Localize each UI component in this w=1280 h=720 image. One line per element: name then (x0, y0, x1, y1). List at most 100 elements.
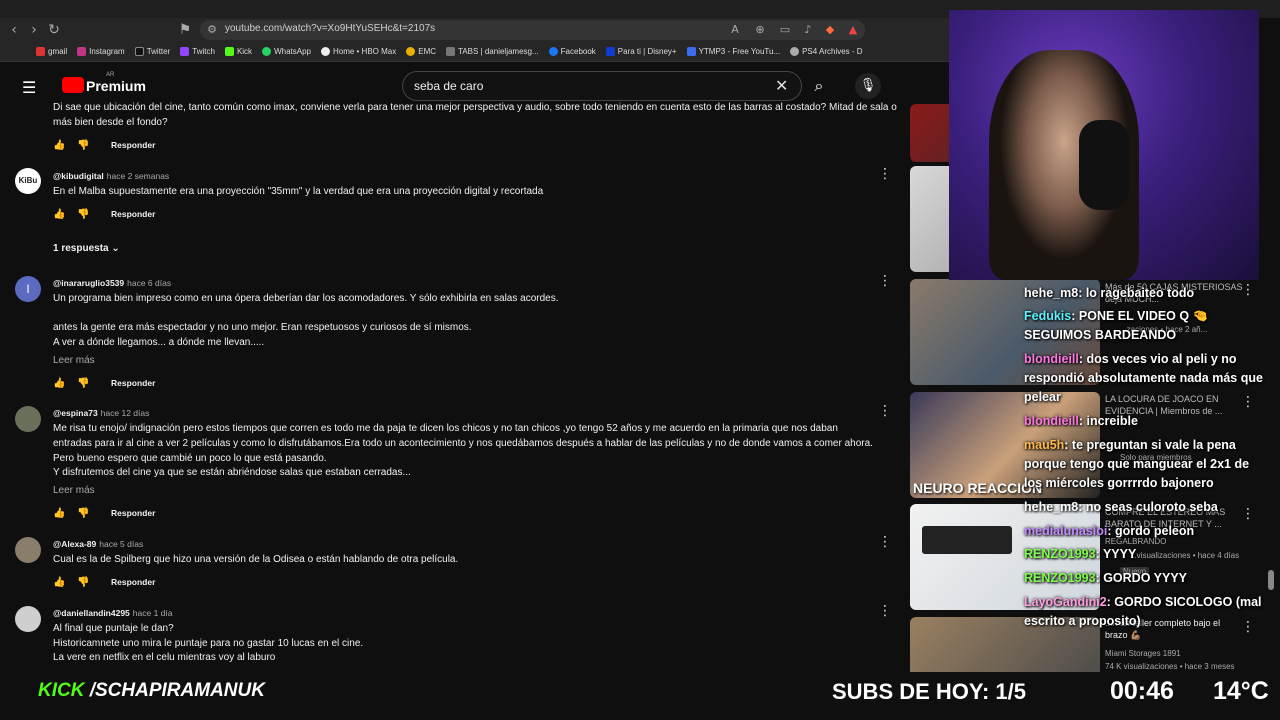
more-options-icon[interactable]: ⋮ (878, 534, 892, 550)
comment-time[interactable]: hace 1 día (133, 608, 173, 618)
avatar[interactable]: I (15, 276, 41, 302)
tabs-icon (446, 47, 456, 56)
instagram-icon (77, 47, 87, 56)
more-options-icon[interactable]: ⋮ (878, 403, 892, 419)
bookmark-ps4[interactable]: PS4 Archives - D (790, 47, 863, 56)
clear-search-icon[interactable]: ✕ (775, 76, 788, 95)
bookmark-emc[interactable]: EMC (406, 47, 436, 56)
comment-time[interactable]: hace 5 días (99, 539, 143, 549)
read-more-link[interactable]: Leer más (53, 485, 95, 496)
brave-shield-icon[interactable]: ◆ (820, 20, 840, 40)
back-icon[interactable]: ‹ (4, 20, 24, 40)
dislike-icon[interactable]: 👎 (77, 209, 89, 220)
music-icon[interactable]: ♪ (798, 20, 818, 40)
more-options-icon[interactable]: ⋮ (878, 603, 892, 619)
chat-message: RENZO1993: YYYY (1024, 545, 1269, 564)
comment-text: Y disfrutemos del cine ya que se están a… (53, 467, 411, 478)
youtube-logo[interactable]: Premium AR (62, 72, 146, 98)
comment-author[interactable]: @kibudigital (53, 171, 104, 181)
bookmark-kick[interactable]: Kick (224, 47, 252, 56)
comment-author[interactable]: @espina73 (53, 408, 98, 418)
logo-text: Premium (86, 78, 146, 94)
kick-icon (224, 47, 234, 56)
url-text: youtube.com/watch?v=Xo9HtYuSEHc&t=2107s (225, 23, 436, 34)
mic-icon[interactable]: 🎙 (855, 73, 881, 99)
site-info-icon[interactable]: ⚙ (202, 20, 222, 40)
bookmark-twitter[interactable]: Twitter (134, 47, 170, 56)
youtube-play-icon (62, 77, 84, 93)
replies-toggle[interactable]: 1 respuesta ⌄ (53, 243, 120, 254)
chat-user: RENZO1993 (1024, 547, 1096, 561)
bookmark-hbo[interactable]: Home • HBO Max (320, 47, 396, 56)
comment-author[interactable]: @Alexa-89 (53, 539, 96, 549)
chat-message: hehe_m8: lo ragebaiteo todo (1024, 284, 1269, 303)
reply-button[interactable]: Responder (111, 140, 155, 150)
bookmark-ytmp3[interactable]: YTMP3 - Free YouTu... (686, 47, 780, 56)
more-options-icon[interactable]: ⋮ (878, 273, 892, 289)
comment-actions: 👍 👎 Responder (53, 376, 155, 390)
reload-icon[interactable]: ↻ (44, 20, 64, 40)
like-icon[interactable]: 👍 (53, 577, 65, 588)
chat-user: hehe_m8 (1024, 500, 1079, 514)
search-input[interactable]: seba de caro (414, 79, 483, 93)
bookmark-twitch[interactable]: Twitch (180, 47, 215, 56)
comment-text: En el Malba supuestamente era una proyec… (53, 186, 544, 197)
like-icon[interactable]: 👍 (53, 508, 65, 519)
comment-author[interactable]: @daniellandin4295 (53, 608, 130, 618)
search-icon[interactable]: ⌕ (805, 71, 833, 101)
forward-icon[interactable]: › (24, 20, 44, 40)
avatar[interactable] (15, 606, 41, 632)
comment-time[interactable]: hace 12 días (101, 408, 150, 418)
avatar[interactable] (15, 537, 41, 563)
avatar[interactable]: KiBu (15, 168, 41, 194)
avatar[interactable] (15, 406, 41, 432)
bookmark-whatsapp[interactable]: WhatsApp (262, 47, 311, 56)
thumbnail-caption: NEURO REACCION (913, 480, 1043, 496)
bookmark-disney[interactable]: Para ti | Disney+ (605, 47, 677, 56)
translate-icon[interactable]: A (725, 20, 745, 40)
chevron-down-icon: ⌄ (111, 243, 120, 254)
comment-time[interactable]: hace 6 días (127, 278, 171, 288)
twitter-icon (134, 47, 144, 56)
menu-icon[interactable]: ☰ (22, 78, 36, 97)
reply-button[interactable]: Responder (111, 508, 155, 518)
chat-text: : gordo peleon (1107, 524, 1195, 538)
dislike-icon[interactable]: 👎 (77, 378, 89, 389)
chat-user: LayoGandini2 (1024, 595, 1107, 609)
comment-time[interactable]: hace 2 semanas (107, 171, 169, 181)
read-more-link[interactable]: Leer más (53, 355, 95, 366)
comment-author[interactable]: @inararuglio3539 (53, 278, 124, 288)
rewards-icon[interactable]: ▲ (843, 20, 863, 40)
video-meta: 74 K visualizaciones • hace 3 meses (1105, 662, 1235, 671)
zoom-icon[interactable]: ⊕ (750, 20, 770, 40)
chat-message: Fedukis: PONE EL VIDEO Q 🤏 SEGUIMOS BARD… (1024, 307, 1269, 345)
like-icon[interactable]: 👍 (53, 140, 65, 151)
cast-icon[interactable]: ▭ (775, 20, 795, 40)
stereo-image (922, 526, 1012, 554)
like-icon[interactable]: 👍 (53, 378, 65, 389)
chat-text: : GORDO YYYY (1095, 571, 1188, 585)
comment-text: Me risa tu enojo/ indignación pero estos… (53, 423, 838, 434)
bookmark-facebook[interactable]: Facebook (548, 47, 596, 56)
bookmark-instagram[interactable]: Instagram (77, 47, 125, 56)
bookmark-tabs[interactable]: TABS | danieljamesg... (446, 47, 539, 56)
comment-text: Al final que puntaje le dan? (53, 623, 174, 634)
clock-display: 00:46 (1110, 677, 1174, 705)
reply-button[interactable]: Responder (111, 209, 155, 219)
chat-user: medialunasloi (1024, 524, 1108, 538)
comment-text: Un programa bien impreso como en una ópe… (53, 293, 559, 304)
more-options-icon[interactable]: ⋮ (878, 166, 892, 182)
dislike-icon[interactable]: 👎 (77, 508, 89, 519)
chat-user: blondieill (1024, 414, 1079, 428)
dislike-icon[interactable]: 👎 (77, 577, 89, 588)
bookmark-gmail[interactable]: gmail (36, 47, 67, 56)
video-channel[interactable]: Miami Storages 1891 (1105, 649, 1181, 658)
dislike-icon[interactable]: 👎 (77, 140, 89, 151)
comment-header: @espina73 hace 12 días (53, 408, 149, 418)
microphone-image (1079, 120, 1129, 210)
chat-text: : increible (1078, 414, 1138, 428)
reply-button[interactable]: Responder (111, 577, 155, 587)
bookmark-icon[interactable]: ⚑ (175, 20, 195, 40)
like-icon[interactable]: 👍 (53, 209, 65, 220)
reply-button[interactable]: Responder (111, 378, 155, 388)
